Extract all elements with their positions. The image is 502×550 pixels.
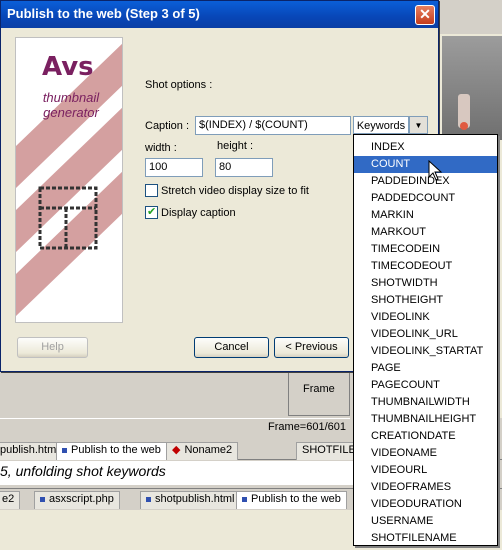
height-input[interactable]: 80	[215, 158, 273, 177]
keyword-item-videolink[interactable]: VIDEOLINK	[354, 309, 497, 326]
cancel-button[interactable]: Cancel	[194, 337, 269, 358]
keyword-item-videourl[interactable]: VIDEOURL	[354, 462, 497, 479]
height-label: height :	[217, 140, 254, 152]
keyword-item-videoname[interactable]: VIDEONAME	[354, 445, 497, 462]
caption-label: Caption :	[145, 120, 190, 132]
frame-label: Frame	[303, 383, 335, 395]
tab-shotpublish[interactable]: shotpublish.html	[140, 491, 241, 509]
keyword-item-shotheight[interactable]: SHOTHEIGHT	[354, 292, 497, 309]
keyword-item-pagecount[interactable]: PAGECOUNT	[354, 377, 497, 394]
page-icon	[146, 496, 151, 502]
page-icon	[40, 496, 45, 502]
previous-button[interactable]: < Previous	[274, 337, 349, 358]
display-caption-label: Display caption	[161, 207, 236, 219]
keyword-item-creationdate[interactable]: CREATIONDATE	[354, 428, 497, 445]
width-input[interactable]: 100	[145, 158, 203, 177]
keyword-item-videoduration[interactable]: VIDEODURATION	[354, 496, 497, 513]
help-button[interactable]: Help	[17, 337, 88, 358]
keyword-item-username[interactable]: USERNAME	[354, 513, 497, 530]
keyword-item-timecodeout[interactable]: TIMECODEOUT	[354, 258, 497, 275]
tab-noname2[interactable]: ◆ Noname2	[166, 442, 239, 460]
keyword-item-videolink-url[interactable]: VIDEOLINK_URL	[354, 326, 497, 343]
keyword-item-count[interactable]: COUNT	[354, 156, 497, 173]
keyword-item-markin[interactable]: MARKIN	[354, 207, 497, 224]
logo-avs: Avs	[42, 52, 94, 82]
caption-input[interactable]: $(INDEX) / $(COUNT)	[195, 116, 351, 135]
keywords-button[interactable]: Keywords	[353, 116, 409, 134]
keywords-dropdown[interactable]: Keywords ▼	[353, 116, 429, 136]
close-button[interactable]: ✕	[415, 5, 435, 25]
stretch-label: Stretch video display size to fit	[161, 185, 309, 197]
keyword-item-paddedindex[interactable]: PADDEDINDEX	[354, 173, 497, 190]
display-caption-checkbox[interactable]	[145, 205, 158, 219]
tab-e2[interactable]: e2	[0, 491, 21, 509]
tab-publish-to-web[interactable]: Publish to the web	[56, 442, 167, 460]
frame-status: Frame=601/601	[268, 421, 346, 433]
stretch-checkbox[interactable]	[145, 184, 158, 197]
status-bar: Frame=601/601	[0, 418, 350, 436]
logo-subtitle: thumbnail generator	[42, 90, 100, 120]
tab-publish-html[interactable]: publish.html	[0, 442, 65, 460]
keywords-menu: INDEX COUNT PADDEDINDEX PADDEDCOUNT MARKIN MA…	[353, 134, 498, 546]
tab-publish-to-web-2[interactable]: Publish to the web	[236, 491, 347, 509]
keyword-item-timecodein[interactable]: TIMECODEIN	[354, 241, 497, 258]
video-preview	[442, 36, 502, 140]
keyword-item-shotwidth[interactable]: SHOTWIDTH	[354, 275, 497, 292]
page-icon	[62, 447, 67, 453]
tab-asxscript[interactable]: asxscript.php	[34, 491, 120, 509]
width-label: width :	[145, 142, 177, 154]
keyword-item-videolink-startat[interactable]: VIDEOLINK_STARTAT	[354, 343, 497, 360]
keyword-item-page[interactable]: PAGE	[354, 360, 497, 377]
close-icon: ✕	[419, 6, 431, 22]
dialog-title: Publish to the web (Step 3 of 5)	[7, 6, 200, 21]
mouse-cursor-icon	[428, 160, 443, 181]
editor-heading: 5, unfolding shot keywords	[0, 461, 360, 485]
page-icon	[242, 496, 247, 502]
keyword-item-thumbnailheight[interactable]: THUMBNAILHEIGHT	[354, 411, 497, 428]
keyword-item-thumbnailwidth[interactable]: THUMBNAILWIDTH	[354, 394, 497, 411]
chevron-down-icon[interactable]: ▼	[409, 116, 428, 134]
keyword-item-shotfilename[interactable]: SHOTFILENAME	[354, 530, 497, 547]
frame-box: Frame	[288, 370, 350, 416]
thumbnail-art: Avs thumbnail generator	[15, 37, 123, 323]
shot-options-label: Shot options :	[145, 79, 213, 91]
dialog-titlebar[interactable]: Publish to the web (Step 3 of 5)	[1, 1, 438, 28]
keyword-item-index[interactable]: INDEX	[354, 139, 497, 156]
keyword-item-videoframes[interactable]: VIDEOFRAMES	[354, 479, 497, 496]
keyword-item-markout[interactable]: MARKOUT	[354, 224, 497, 241]
keyword-item-paddedcount[interactable]: PADDEDCOUNT	[354, 190, 497, 207]
modified-icon: ◆	[172, 444, 181, 456]
